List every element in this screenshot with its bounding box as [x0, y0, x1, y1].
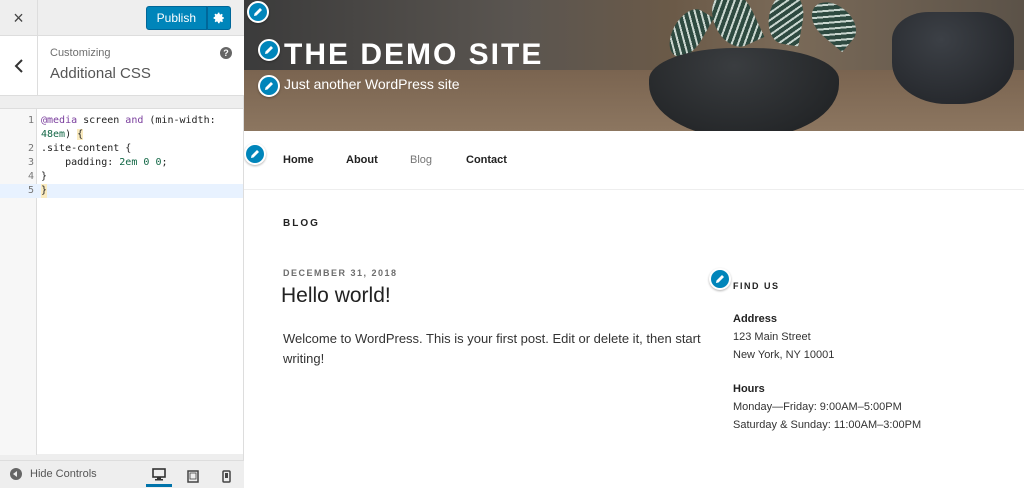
nav-item-home[interactable]: Home	[283, 154, 314, 166]
post-date[interactable]: DECEMBER 31, 2018	[283, 268, 398, 278]
edit-site-title-button[interactable]	[258, 39, 280, 61]
line-number: 5	[27, 185, 34, 196]
edit-widget-button[interactable]	[709, 268, 731, 290]
code-text: .site-content {	[41, 143, 132, 154]
header-image: THE DEMO SITE Just another WordPress sit…	[244, 0, 1024, 131]
pencil-icon	[265, 46, 273, 54]
gear-icon	[213, 12, 224, 24]
preview-desktop-button[interactable]	[146, 465, 172, 487]
customizer-sidebar: × Publish Customizing Additional CSS ? 1…	[0, 0, 244, 488]
pencil-icon	[716, 275, 724, 283]
code-line: 2 .site-content {	[0, 142, 243, 156]
code-text: @media screen and (min-width:	[41, 115, 216, 126]
css-code-editor[interactable]: 1 @media screen and (min-width: 48em) { …	[0, 108, 243, 455]
site-navigation: Home About Blog Contact	[244, 131, 1024, 190]
header-image-leaf	[703, 0, 765, 54]
site-tagline: Just another WordPress site	[284, 76, 460, 92]
edit-menu-button[interactable]	[244, 143, 266, 165]
section-title: Additional CSS	[50, 65, 151, 82]
preview-tablet-button[interactable]	[180, 465, 206, 487]
tablet-icon	[187, 469, 199, 483]
close-button[interactable]: ×	[0, 0, 38, 36]
nav-item-contact[interactable]: Contact	[466, 154, 507, 166]
pencil-icon	[251, 150, 259, 158]
code-text: 48em) {	[41, 129, 84, 140]
hide-controls-button[interactable]: Hide Controls	[10, 468, 97, 480]
code-line: 3 padding: 2em 0 0;	[0, 156, 243, 170]
edit-tagline-button[interactable]	[258, 75, 280, 97]
header-image-pot	[649, 48, 839, 131]
code-text: }	[41, 184, 48, 198]
line-number: 2	[27, 143, 34, 154]
back-button[interactable]	[0, 36, 38, 96]
section-header: Customizing Additional CSS ?	[0, 36, 244, 96]
widget-title: FIND US	[733, 281, 780, 291]
header-image-leaf	[764, 0, 808, 47]
nav-item-about[interactable]: About	[346, 154, 378, 166]
preview-mobile-button[interactable]	[213, 465, 239, 487]
publish-group: Publish	[145, 6, 231, 30]
hours-line: Monday—Friday: 9:00AM–5:00PM	[733, 401, 902, 413]
section-meta: Customizing Additional CSS	[50, 47, 151, 82]
pencil-icon	[254, 8, 262, 16]
edit-header-image-button[interactable]	[247, 1, 269, 23]
address-label: Address	[733, 313, 778, 325]
code-line: 4 }	[0, 170, 243, 184]
nav-item-blog[interactable]: Blog	[410, 154, 432, 166]
header-image-pot	[892, 12, 1014, 104]
chevron-left-icon	[14, 59, 23, 73]
customizer-header: × Publish	[0, 0, 244, 36]
line-number: 1	[27, 115, 34, 126]
desktop-icon	[152, 468, 166, 481]
post-body: Welcome to WordPress. This is your first…	[283, 331, 701, 366]
mobile-icon	[221, 469, 231, 483]
hide-controls-label: Hide Controls	[30, 468, 97, 480]
address-line: New York, NY 10001	[733, 349, 835, 361]
pencil-icon	[265, 82, 273, 90]
code-line: 1 @media screen and (min-width:	[0, 114, 243, 128]
hours-line: Saturday & Sunday: 11:00AM–3:00PM	[733, 419, 922, 431]
collapse-icon	[10, 468, 22, 480]
help-button[interactable]: ?	[220, 47, 232, 59]
publish-settings-button[interactable]	[207, 6, 231, 30]
address-line: 123 Main Street	[733, 331, 811, 343]
site-preview: THE DEMO SITE Just another WordPress sit…	[244, 0, 1024, 488]
customizer-footer: Hide Controls	[0, 460, 244, 488]
code-line-active: 5 }	[0, 184, 243, 198]
customizing-label: Customizing	[50, 47, 111, 59]
header-image-leaf	[803, 0, 865, 53]
page-heading: BLOG	[283, 218, 320, 229]
code-text: padding: 2em 0 0;	[41, 157, 168, 168]
site-title[interactable]: THE DEMO SITE	[284, 38, 543, 72]
line-number: 3	[27, 157, 34, 168]
line-number: 4	[27, 171, 34, 182]
code-line: 48em) {	[0, 128, 243, 142]
hours-label: Hours	[733, 383, 765, 395]
post-title[interactable]: Hello world!	[281, 284, 391, 308]
publish-button[interactable]: Publish	[145, 6, 207, 30]
code-text: }	[41, 171, 48, 182]
